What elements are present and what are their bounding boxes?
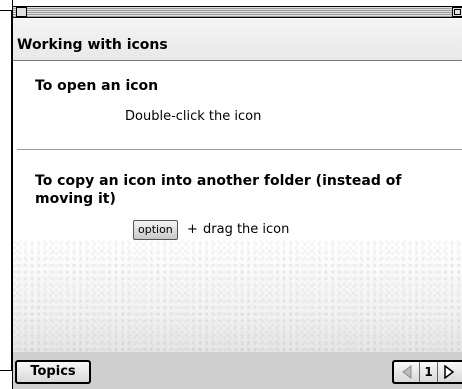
left-arrow-icon [402,365,412,379]
right-arrow-icon [444,365,455,379]
edge-connector-bottom [0,370,12,371]
section-title-copy-icon-line1: To copy an icon into another folder (ins… [35,173,402,189]
section-divider [17,149,462,150]
title-bar[interactable] [13,6,462,18]
previous-page-button[interactable] [394,362,420,382]
plus-sign: + [187,222,198,237]
help-window: Working with icons To open an icon Doubl… [12,0,462,389]
page-header: Working with icons [13,19,462,61]
next-page-button[interactable] [438,362,462,382]
page-number: 1 [420,362,438,382]
instruction-open-icon: Double-click the icon [125,109,262,124]
instruction-copy-icon: drag the icon [203,222,290,237]
section-title-open-icon: To open an icon [35,78,159,94]
page-title: Working with icons [17,37,168,53]
topics-button[interactable]: Topics [15,360,91,384]
section-title-copy-icon-line2: moving it) [35,191,116,207]
close-box[interactable] [16,7,27,17]
option-key-button: option [133,220,178,240]
zoom-box[interactable] [452,7,462,17]
page-navigation: 1 [392,360,462,384]
